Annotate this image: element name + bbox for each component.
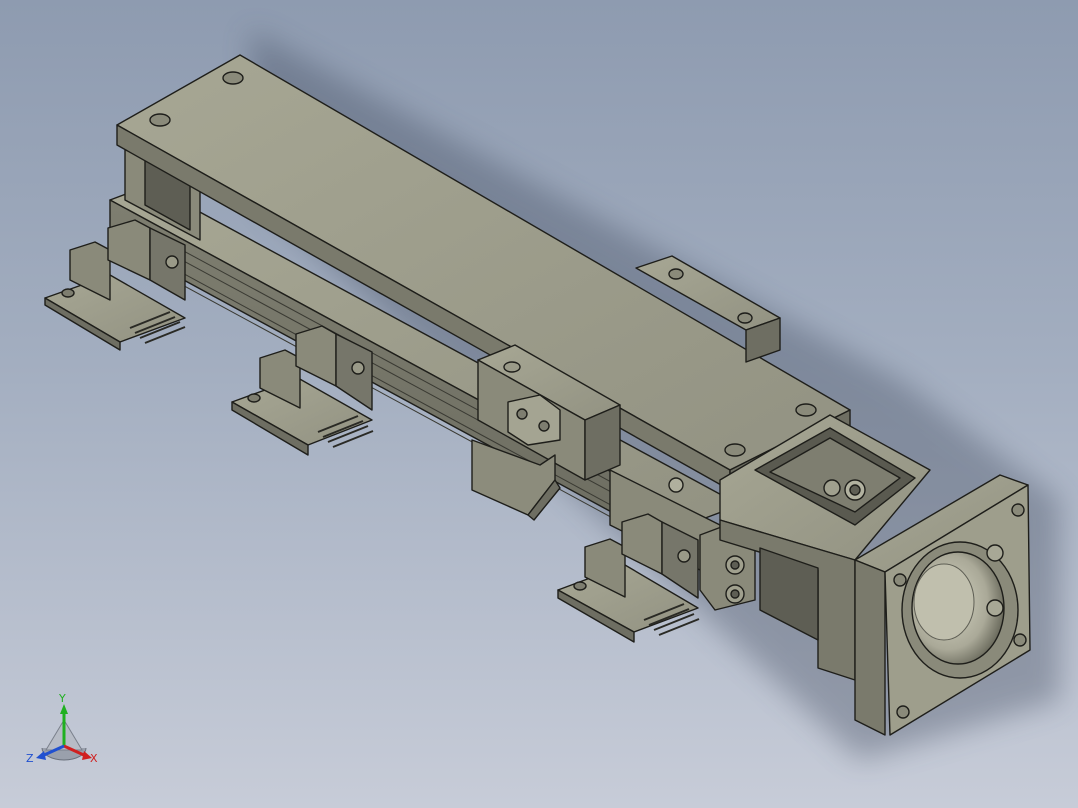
sensor-bracket-3 bbox=[557, 513, 700, 643]
linear-module-3d-model[interactable] bbox=[0, 0, 1078, 808]
flange-bolt-hole bbox=[1013, 633, 1027, 647]
sensor-bracket-2 bbox=[231, 325, 374, 456]
plate-hole bbox=[724, 443, 746, 457]
axis-triad: Y X Z bbox=[26, 692, 98, 765]
y-axis-arrow-icon bbox=[60, 704, 68, 714]
y-axis-label: Y bbox=[58, 692, 66, 705]
x-axis-label: X bbox=[90, 752, 98, 765]
plate-hole bbox=[149, 113, 171, 127]
flange-bolt-hole bbox=[893, 573, 907, 587]
cad-3d-viewport[interactable]: Y X Z bbox=[0, 0, 1078, 808]
z-axis-label: Z bbox=[26, 752, 34, 765]
sensor-bracket-1 bbox=[44, 219, 186, 351]
plate-hole bbox=[795, 403, 817, 417]
plate-hole bbox=[222, 71, 244, 85]
flange-bolt-hole bbox=[896, 705, 910, 719]
flange-bolt-hole bbox=[1011, 503, 1025, 517]
